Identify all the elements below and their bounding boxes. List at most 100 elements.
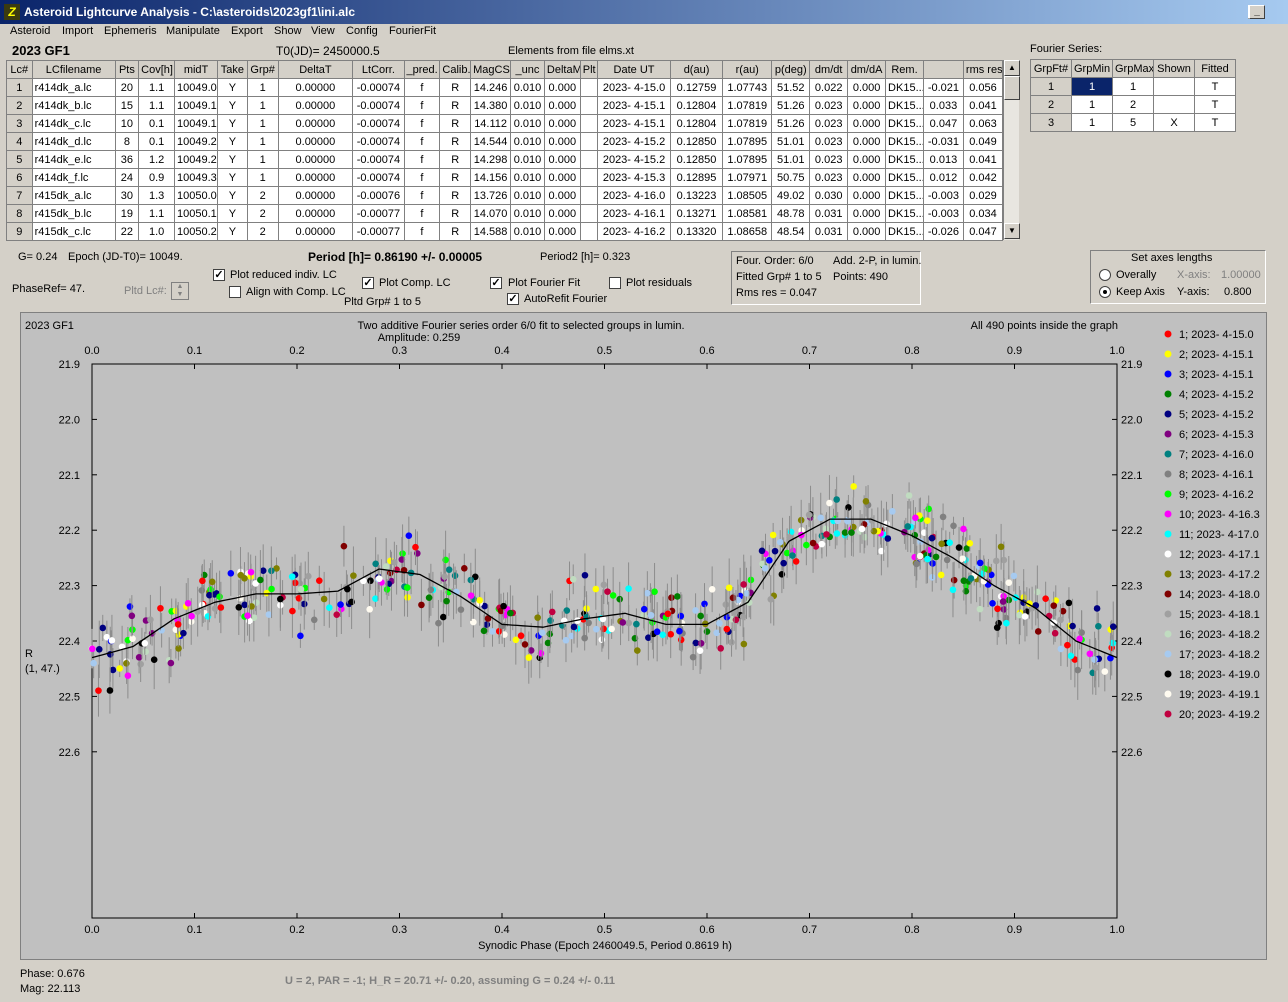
table-cell[interactable]: 0.023 xyxy=(809,114,849,133)
table-cell[interactable]: 1 xyxy=(6,78,33,97)
col-header[interactable]: dm/dt xyxy=(809,60,849,79)
table-cell[interactable]: 0.023 xyxy=(809,96,849,115)
table-cell[interactable]: -0.021 xyxy=(922,78,964,97)
table-cell[interactable]: f xyxy=(403,132,441,151)
table-cell[interactable]: -0.026 xyxy=(922,222,964,241)
table-cell[interactable]: r414dk_d.lc xyxy=(31,132,116,151)
plot-residuals-checkbox[interactable] xyxy=(609,277,621,289)
table-cell[interactable]: r415dk_a.lc xyxy=(31,186,116,205)
table-cell[interactable]: 0.023 xyxy=(809,168,849,187)
col-header[interactable]: MagCS xyxy=(470,60,512,79)
fourier-cell[interactable]: 1 xyxy=(1112,77,1154,96)
col-header[interactable]: Grp# xyxy=(246,60,279,79)
table-cell[interactable]: Y xyxy=(217,204,248,223)
table-cell[interactable]: 10 xyxy=(114,114,140,133)
table-cell[interactable]: 1 xyxy=(246,150,279,169)
menu-fourierfit[interactable]: FourierFit xyxy=(389,25,436,37)
col-header[interactable]: Calib. xyxy=(439,60,472,79)
fourier-cell[interactable] xyxy=(1153,95,1195,114)
table-cell[interactable]: 2023- 4-16.1 xyxy=(597,204,671,223)
table-cell[interactable]: -0.00077 xyxy=(352,204,405,223)
table-cell[interactable]: 51.01 xyxy=(771,150,811,169)
table-cell[interactable]: r414dk_f.lc xyxy=(31,168,116,187)
table-cell[interactable]: 2023- 4-16.0 xyxy=(597,186,671,205)
table-cell[interactable]: 0.12804 xyxy=(669,114,724,133)
table-cell[interactable]: 0.031 xyxy=(809,222,849,241)
table-cell[interactable]: 0.00000 xyxy=(277,150,354,169)
table-cell[interactable]: 0.12804 xyxy=(669,96,724,115)
fourier-row[interactable]: 212 T xyxy=(1030,95,1236,114)
fourier-cell[interactable]: 2 xyxy=(1112,95,1154,114)
fourier-col-header[interactable]: Fitted xyxy=(1194,59,1236,78)
table-cell[interactable]: -0.00077 xyxy=(352,222,405,241)
table-row[interactable]: 5 r414dk_e.lc 36 1.2 10049.2 Y 1 0.00000 -0.0007… xyxy=(6,150,1004,169)
fourier-cell[interactable]: T xyxy=(1194,95,1236,114)
menu-import[interactable]: Import xyxy=(62,25,93,37)
fourier-col-header[interactable]: GrpMin xyxy=(1071,59,1113,78)
table-cell[interactable]: 0.00000 xyxy=(277,186,354,205)
table-cell[interactable]: DK15... xyxy=(885,114,924,133)
table-cell[interactable]: Y xyxy=(217,132,248,151)
table-cell[interactable]: 2023- 4-16.2 xyxy=(597,222,671,241)
table-cell[interactable]: 0.041 xyxy=(962,96,1004,115)
scroll-thumb[interactable] xyxy=(1004,76,1020,100)
minimize-button2[interactable]: _ xyxy=(1249,5,1265,19)
table-cell[interactable]: 14.588 xyxy=(470,222,512,241)
table-cell[interactable]: DK15... xyxy=(885,96,924,115)
table-cell[interactable]: 48.78 xyxy=(771,204,811,223)
table-cell[interactable]: R xyxy=(439,96,472,115)
table-cell[interactable]: 10050.1 xyxy=(174,204,219,223)
table-cell[interactable]: 24 xyxy=(114,168,140,187)
table-cell[interactable]: 0.000 xyxy=(543,132,581,151)
table-row[interactable]: 3 r414dk_c.lc 10 0.1 10049.1 Y 1 0.00000 -0.0007… xyxy=(6,114,1004,133)
overally-radio[interactable] xyxy=(1099,269,1111,281)
scroll-down-icon[interactable]: ▼ xyxy=(1004,223,1020,239)
table-cell[interactable]: 0.000 xyxy=(847,132,887,151)
table-cell[interactable]: f xyxy=(403,204,441,223)
table-cell[interactable]: 10050.2 xyxy=(174,222,219,241)
table-cell[interactable]: 10049.1 xyxy=(174,114,219,133)
col-header[interactable]: Pts xyxy=(114,60,140,79)
table-cell[interactable]: 0.00000 xyxy=(277,168,354,187)
table-cell[interactable]: R xyxy=(439,132,472,151)
pltd-lc-spinner[interactable]: ▲ ▼ xyxy=(171,282,189,300)
table-cell[interactable]: 6 xyxy=(6,168,33,187)
table-cell[interactable]: 14.112 xyxy=(470,114,512,133)
table-cell[interactable]: 14.246 xyxy=(470,78,512,97)
menu-ephemeris[interactable]: Ephemeris xyxy=(104,25,157,37)
table-cell[interactable]: 14.156 xyxy=(470,168,512,187)
table-cell[interactable]: 10049.3 xyxy=(174,168,219,187)
table-cell[interactable]: 1.2 xyxy=(138,150,176,169)
table-cell[interactable]: 49.02 xyxy=(771,186,811,205)
col-header[interactable]: _unc xyxy=(510,60,545,79)
table-cell[interactable]: 0.033 xyxy=(922,96,964,115)
table-cell[interactable]: 0.034 xyxy=(962,204,1004,223)
menu-view[interactable]: View xyxy=(311,25,335,37)
table-cell[interactable]: 2 xyxy=(6,96,33,115)
table-cell[interactable]: 0.000 xyxy=(543,222,581,241)
table-cell[interactable]: 51.01 xyxy=(771,132,811,151)
table-row[interactable]: 2 r414dk_b.lc 15 1.1 10049.1 Y 1 0.00000 -0.0007… xyxy=(6,96,1004,115)
fourier-table[interactable]: GrpFt# GrpMin GrpMax Shown Fitted 1 1 1 T 2 1 2 T 3 1 5… xyxy=(1030,59,1236,132)
table-cell[interactable]: 2023- 4-15.2 xyxy=(597,132,671,151)
menu-export[interactable]: Export xyxy=(231,25,263,37)
table-cell[interactable]: 51.26 xyxy=(771,114,811,133)
table-cell[interactable]: 0.00000 xyxy=(277,78,354,97)
table-cell[interactable]: 0.000 xyxy=(543,96,581,115)
col-header[interactable]: Cov[h] xyxy=(138,60,176,79)
table-cell[interactable]: 15 xyxy=(114,96,140,115)
col-header[interactable]: LCfilename xyxy=(31,60,116,79)
table-cell[interactable]: 0.000 xyxy=(543,150,581,169)
col-header[interactable]: dm/dA xyxy=(847,60,887,79)
table-row[interactable]: 7 r415dk_a.lc 30 1.3 10050.0 Y 2 0.00000 -0.0007… xyxy=(6,186,1004,205)
table-cell[interactable]: -0.00074 xyxy=(352,132,405,151)
fourier-cell[interactable]: 2 xyxy=(1030,95,1072,114)
table-cell[interactable]: 0.010 xyxy=(510,96,545,115)
table-cell[interactable]: 0.000 xyxy=(847,186,887,205)
lightcurve-plot[interactable]: 2023 GF1 Two additive Fourier series orde… xyxy=(20,312,1267,960)
table-cell[interactable]: -0.00076 xyxy=(352,186,405,205)
table-cell[interactable]: 0.13320 xyxy=(669,222,724,241)
table-cell[interactable]: 0.1 xyxy=(138,132,176,151)
table-scrollbar[interactable]: ▲ ▼ xyxy=(1003,60,1020,240)
table-cell[interactable]: 1.1 xyxy=(138,204,176,223)
